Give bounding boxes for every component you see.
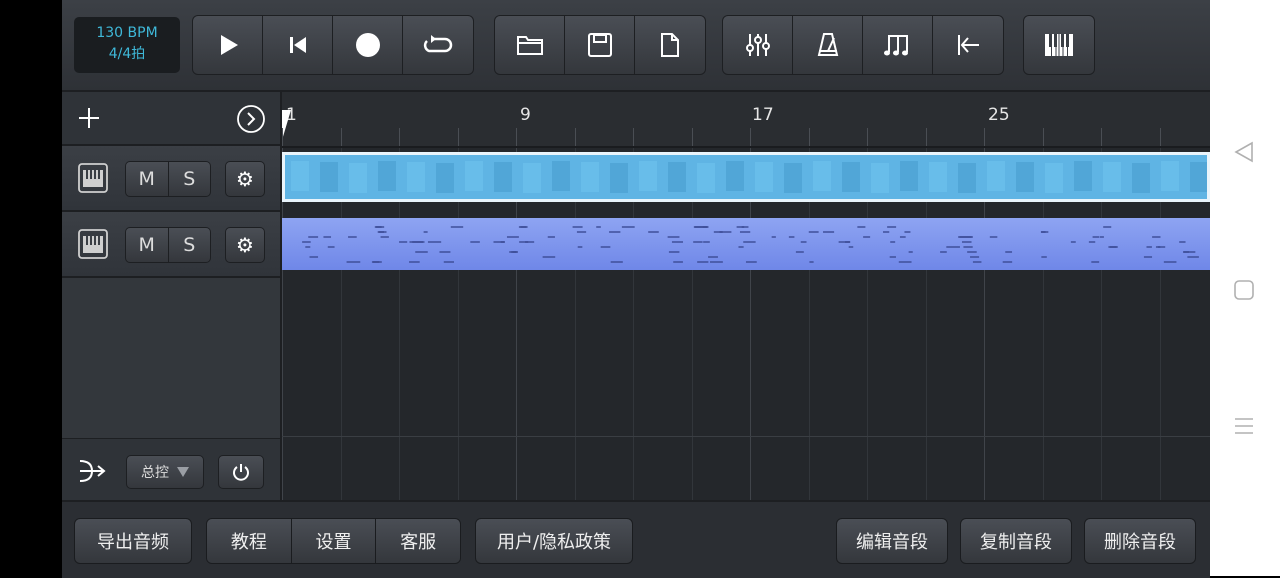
playhead-marker[interactable] (282, 110, 291, 140)
arrangement-area[interactable]: 1 9 17 25 (282, 92, 1210, 500)
skip-to-start-icon (289, 37, 306, 53)
power-icon (233, 464, 249, 481)
timeline-ruler[interactable]: 1 9 17 25 (282, 92, 1210, 148)
edit-clip-button[interactable]: 编辑音段 (836, 518, 948, 564)
save-project-button[interactable] (565, 16, 635, 74)
mixer-button[interactable] (723, 16, 793, 74)
ruler-tick (575, 128, 576, 146)
ruler-tick (282, 128, 283, 146)
instrument-piano-icon[interactable] (78, 163, 108, 193)
top-toolbar: 130 BPM 4/4拍 (62, 0, 1210, 92)
keyboard-button[interactable] (1024, 16, 1094, 74)
bar-label: 9 (520, 105, 531, 125)
save-icon (587, 33, 612, 57)
mute-solo-group: M S (125, 161, 211, 197)
audio-clip-track-1[interactable] (282, 152, 1210, 202)
music-note-icon (883, 35, 908, 56)
play-button[interactable] (193, 16, 263, 74)
ruler-tick (867, 128, 868, 146)
midi-clip-track-2[interactable] (282, 218, 1210, 270)
ruler-tick (750, 128, 751, 146)
support-button[interactable]: 客服 (376, 519, 460, 563)
notes-button[interactable] (863, 16, 933, 74)
ruler-tick (984, 128, 985, 146)
bottom-bar: 导出音频 教程 设置 客服 用户/隐私政策 编辑音段 复制音段 删除音段 (62, 500, 1210, 578)
master-lane-divider (282, 436, 1210, 437)
time-signature: 4/4拍 (108, 46, 146, 62)
loop-button[interactable] (403, 16, 473, 74)
mute-solo-group: M S (125, 227, 211, 263)
loop-icon (423, 35, 453, 53)
gear-icon: ⚙ (236, 233, 254, 257)
caret-down-icon (177, 467, 189, 477)
mute-button[interactable]: M (126, 228, 169, 262)
ruler-tick (809, 128, 810, 146)
ruler-tick (399, 128, 400, 146)
master-track-row: 总控 (62, 438, 280, 501)
track-header-row (62, 92, 280, 146)
piano-keyboard-icon (1045, 34, 1073, 56)
delete-clip-button[interactable]: 删除音段 (1084, 518, 1196, 564)
solo-button[interactable]: S (168, 228, 210, 262)
track-control-1: M S ⚙ (62, 146, 280, 212)
transport-group (192, 15, 474, 75)
menu-icon[interactable] (1232, 414, 1256, 438)
system-nav-bar (1210, 0, 1280, 576)
clip-waveform (291, 161, 1207, 193)
solo-button[interactable]: S (168, 162, 210, 196)
snap-to-start-button[interactable] (933, 16, 1003, 74)
privacy-policy-button[interactable]: 用户/隐私政策 (475, 518, 633, 564)
mute-button[interactable]: M (126, 162, 169, 196)
tempo-bpm: 130 BPM (96, 25, 158, 41)
play-icon (220, 35, 238, 55)
track-control-2: M S ⚙ (62, 212, 280, 278)
new-project-button[interactable] (635, 16, 705, 74)
ruler-tick (1043, 128, 1044, 146)
ruler-tick (341, 128, 342, 146)
new-file-icon (661, 33, 679, 57)
instrument-piano-icon[interactable] (78, 229, 108, 259)
mix-label: 总控 (141, 465, 169, 481)
bar-label: 17 (752, 105, 774, 125)
mix-dropdown[interactable]: 总控 (126, 455, 204, 489)
ruler-tick (633, 128, 634, 146)
export-audio-button[interactable]: 导出音频 (74, 518, 192, 564)
track-settings-button[interactable]: ⚙ (225, 161, 265, 197)
copy-clip-button[interactable]: 复制音段 (960, 518, 1072, 564)
bar-label: 25 (988, 105, 1010, 125)
record-button[interactable] (333, 16, 403, 74)
ruler-tick (1101, 128, 1102, 146)
track-settings-button[interactable]: ⚙ (225, 227, 265, 263)
keyboard-group (1023, 15, 1095, 75)
mixer-icon (745, 34, 770, 56)
master-output-icon (79, 460, 106, 482)
ruler-tick (516, 128, 517, 146)
ruler-tick (458, 128, 459, 146)
open-project-button[interactable] (495, 16, 565, 74)
tempo-display[interactable]: 130 BPM 4/4拍 (74, 17, 180, 73)
skip-to-start-button[interactable] (263, 16, 333, 74)
clip-midi-notes (302, 226, 1199, 263)
ruler-tick (1160, 128, 1161, 146)
daw-app: 130 BPM 4/4拍 M S ⚙ M S ⚙ 总控 1 9 17 25 导出… (62, 0, 1210, 578)
file-group (494, 15, 706, 75)
metronome-button[interactable] (793, 16, 863, 74)
track-panel: M S ⚙ M S ⚙ 总控 (62, 92, 282, 501)
record-icon (355, 33, 380, 57)
home-icon[interactable] (1232, 278, 1256, 302)
snap-to-start-icon (958, 35, 979, 55)
back-icon[interactable] (1232, 140, 1256, 164)
open-folder-icon (516, 36, 543, 55)
metronome-icon (817, 33, 838, 56)
tools-group (722, 15, 1004, 75)
settings-button[interactable]: 设置 (291, 519, 377, 563)
tutorial-button[interactable]: 教程 (207, 519, 292, 563)
expand-icon[interactable] (236, 104, 266, 134)
ruler-tick (692, 128, 693, 146)
add-track-icon[interactable] (77, 106, 101, 130)
help-group: 教程 设置 客服 (206, 518, 461, 564)
master-power-button[interactable] (218, 455, 264, 489)
gear-icon: ⚙ (236, 167, 254, 191)
ruler-tick (926, 128, 927, 146)
